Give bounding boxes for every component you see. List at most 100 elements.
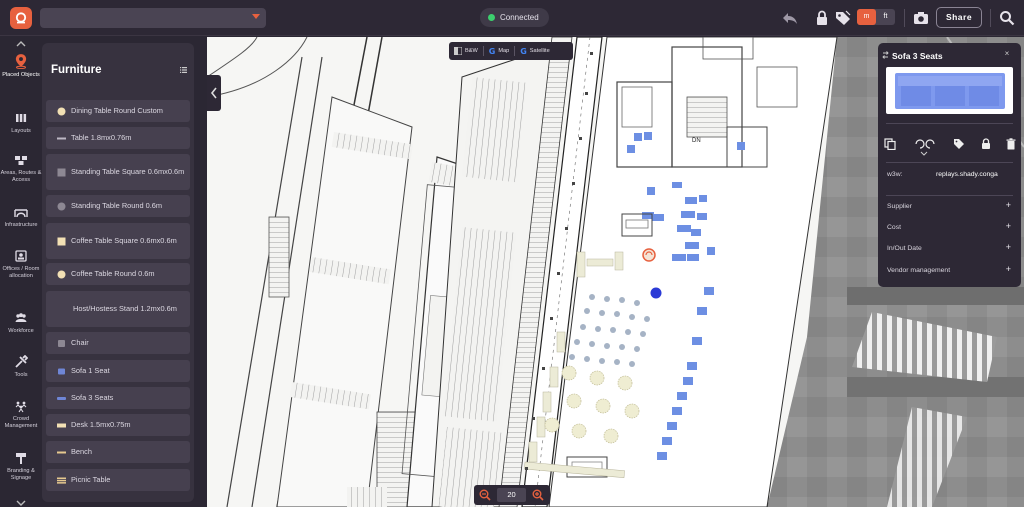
map-type-map[interactable]: G Map: [489, 47, 509, 56]
map-type-satellite[interactable]: G Satellite: [520, 47, 549, 56]
swap-icon[interactable]: [882, 51, 889, 59]
rail-item-workforce[interactable]: Workforce: [0, 311, 42, 335]
map-type-label: Map: [498, 48, 510, 54]
tag-icon[interactable]: [834, 9, 852, 27]
camera-icon[interactable]: [912, 9, 930, 27]
furniture-panel: Furniture Dining Table Round Custom Tabl…: [42, 43, 194, 502]
chevron-down-icon: [252, 14, 260, 19]
furniture-item[interactable]: Desk 1.5mx0.75m: [46, 414, 190, 436]
rail-item-offices[interactable]: Offices / Room allocation: [0, 249, 42, 280]
cost-row[interactable]: Cost +: [887, 221, 1011, 234]
connection-status-label: Connected: [500, 13, 539, 22]
furniture-item[interactable]: Picnic Table: [46, 469, 190, 491]
furniture-item[interactable]: Standing Table Round 0.6m: [46, 195, 190, 217]
furniture-item[interactable]: Sofa 3 Seats: [46, 387, 190, 409]
supplier-row[interactable]: Supplier +: [887, 200, 1011, 213]
unit-imperial[interactable]: ft: [876, 9, 895, 25]
zoom-out-icon[interactable]: [479, 489, 491, 501]
square-table-icon: [57, 237, 66, 245]
logo-icon: [15, 12, 27, 24]
search-icon[interactable]: [998, 9, 1016, 27]
rotate-icon[interactable]: [914, 137, 936, 149]
map-pin-icon: [15, 54, 27, 69]
furniture-item[interactable]: Sofa 1 Seat: [46, 360, 190, 382]
bench-icon: [57, 451, 66, 453]
app-logo[interactable]: [10, 7, 32, 29]
top-bar: Connected m ft Share: [0, 0, 1024, 36]
status-dot-icon: [488, 14, 495, 21]
furniture-item-label: Coffee Table Round 0.6m: [71, 269, 155, 279]
people-icon: [15, 313, 27, 322]
w3w-value[interactable]: replays.shady.conga: [936, 171, 998, 178]
add-icon[interactable]: +: [1006, 221, 1011, 231]
divider: [482, 46, 484, 56]
add-icon[interactable]: +: [1006, 200, 1011, 210]
unit-toggle[interactable]: m ft: [857, 9, 895, 25]
list-view-icon[interactable]: [180, 67, 187, 73]
furniture-item[interactable]: Bench: [46, 441, 190, 463]
property-label: Supplier: [887, 203, 912, 210]
tag-icon[interactable]: [953, 137, 965, 149]
properties-panel: Sofa 3 Seats × w3w: replays.shady.conga …: [878, 43, 1021, 287]
crowd-icon: [15, 401, 27, 413]
divider: [904, 9, 905, 27]
zoom-in-icon[interactable]: [532, 489, 544, 501]
lock-icon[interactable]: [813, 9, 831, 27]
google-icon: G: [520, 46, 527, 56]
rail-item-tools[interactable]: Tools: [0, 355, 42, 379]
lock-icon[interactable]: [980, 137, 992, 149]
property-label: Vendor management: [887, 267, 951, 274]
routes-icon: [15, 156, 27, 165]
furniture-item[interactable]: Coffee Table Round 0.6m: [46, 263, 190, 285]
undo-icon[interactable]: [781, 9, 799, 27]
in-out-date-row[interactable]: In/Out Date +: [887, 242, 1011, 255]
furniture-item[interactable]: Coffee Table Square 0.6mx0.6m: [46, 223, 190, 259]
rail-label: Placed Objects: [2, 72, 40, 78]
rail-item-branding[interactable]: Branding & Signage: [0, 451, 42, 482]
w3w-label: w3w:: [887, 171, 903, 178]
rail-item-crowd[interactable]: Crowd Management: [0, 399, 42, 430]
rail-label: Offices / Room allocation: [2, 266, 40, 279]
map-type-bw[interactable]: B&W: [454, 47, 478, 55]
zoom-control: 20: [474, 485, 550, 505]
zoom-level[interactable]: 20: [497, 488, 526, 502]
rail-item-layouts[interactable]: Layouts: [0, 111, 42, 135]
rail-label: Layouts: [11, 128, 31, 134]
collapse-panel-button[interactable]: [207, 75, 221, 111]
furniture-item[interactable]: Host/Hostess Stand 1.2mx0.6m: [46, 291, 190, 327]
chevron-down-icon[interactable]: [920, 151, 928, 156]
furniture-item[interactable]: Chair: [46, 332, 190, 354]
chevron-up-icon[interactable]: [15, 40, 27, 48]
furniture-item[interactable]: Table 1.8mx0.76m: [46, 127, 190, 149]
share-button[interactable]: Share: [936, 7, 982, 28]
sofa-icon: [58, 368, 65, 374]
furniture-item-label: Table 1.8mx0.76m: [71, 133, 132, 143]
rail-label: Infrastructure: [4, 222, 38, 228]
rail-item-areas-routes[interactable]: Areas, Routes & Access: [0, 153, 42, 184]
object-preview: [886, 67, 1013, 114]
rail-item-infrastructure[interactable]: Infrastructure: [0, 205, 42, 229]
unit-metric[interactable]: m: [857, 9, 876, 25]
furniture-item[interactable]: Dining Table Round Custom: [46, 100, 190, 122]
chevron-down-icon[interactable]: [15, 499, 27, 507]
close-icon[interactable]: ×: [1002, 49, 1012, 59]
bridge-icon: [14, 209, 28, 218]
chair-icon: [58, 339, 65, 347]
add-icon[interactable]: +: [1006, 264, 1011, 274]
furniture-item-label: Desk 1.5mx0.75m: [71, 420, 131, 430]
rail-label: Tools: [14, 372, 28, 378]
add-icon[interactable]: +: [1006, 242, 1011, 252]
rail-item-placed-objects[interactable]: Placed Objects: [0, 53, 42, 79]
vendor-management-row[interactable]: Vendor management +: [887, 264, 1011, 277]
map-type-label: B&W: [465, 48, 478, 54]
divider: [514, 46, 516, 56]
delete-icon[interactable]: [1005, 137, 1017, 150]
round-table-icon: [57, 202, 66, 210]
furniture-item[interactable]: Standing Table Square 0.6mx0.6m: [46, 154, 190, 190]
furniture-item-label: Dining Table Round Custom: [71, 106, 163, 116]
nav-rail: Placed Objects Layouts Areas, Routes & A…: [0, 37, 42, 507]
desk-icon: [57, 423, 66, 427]
project-select[interactable]: [40, 8, 266, 28]
divider: [886, 162, 1013, 163]
duplicate-icon[interactable]: [884, 137, 896, 151]
